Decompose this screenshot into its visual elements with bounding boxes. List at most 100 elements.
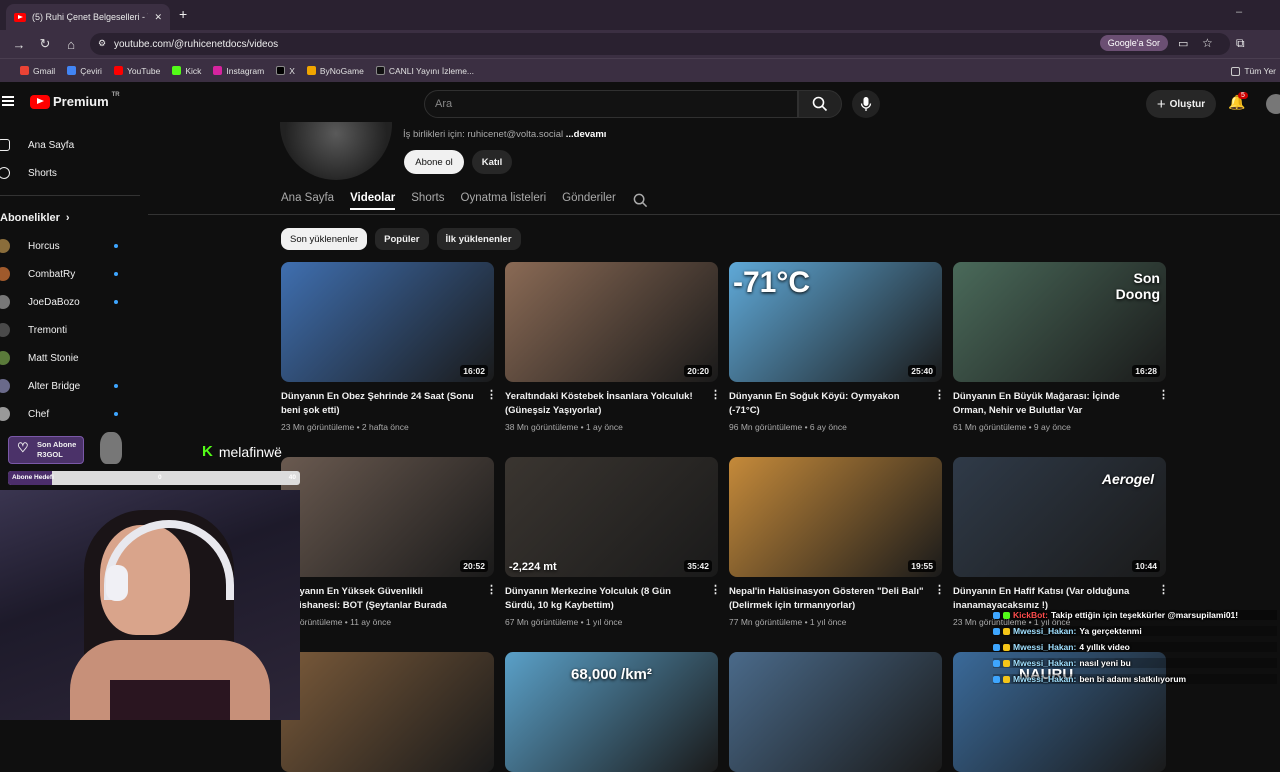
extensions-icon[interactable]: ⧉ [1236, 36, 1245, 51]
back-icon[interactable]: → [6, 37, 32, 52]
menu-icon[interactable] [2, 96, 14, 106]
sidebar-channel[interactable]: CombatRy [0, 264, 140, 284]
chat-username[interactable]: Mwessi_Hakan: [1013, 626, 1076, 636]
video-thumbnail[interactable]: Aerogel 10:44 [953, 457, 1166, 577]
tab-videos[interactable]: Videolar [350, 192, 396, 210]
bookmark-translate[interactable]: Çeviri [67, 66, 102, 76]
site-settings-icon[interactable]: ⚙ [98, 38, 106, 49]
video-title[interactable]: Dünyanın En Obez Şehrinde 24 Saat (Sonu … [281, 390, 494, 418]
new-content-dot [114, 272, 118, 276]
video-card[interactable]: 16:02 Dünyanın En Obez Şehrinde 24 Saat (… [281, 262, 497, 432]
tab-posts[interactable]: Gönderiler [562, 192, 616, 210]
more-options-icon[interactable]: ⋮ [710, 585, 721, 596]
sidebar-channel[interactable]: Alter Bridge [0, 376, 140, 396]
bookmark-instagram[interactable]: Instagram [213, 66, 264, 76]
url-field[interactable]: ⚙ youtube.com/@ruhicenetdocs/videos [90, 33, 1230, 55]
video-card[interactable]: -2,224 mt 35:42 Dünyanın Merkezine Yolculu… [505, 457, 721, 627]
video-card[interactable]: 68,000 /km² [505, 652, 718, 772]
video-card[interactable]: 20:20 Yeraltındaki Köstebek İnsanlara Yol… [505, 262, 721, 432]
chip-popular[interactable]: Popüler [375, 228, 429, 250]
sidebar-channel[interactable]: Tremonti [0, 320, 140, 340]
video-card[interactable]: 20:52 Dünyanın En Yüksek Güvenlikli Hapis… [281, 457, 497, 627]
video-thumbnail[interactable] [729, 652, 942, 772]
all-bookmarks[interactable]: Tüm Yer [1231, 59, 1280, 83]
video-card[interactable]: Son Doong 16:28 Dünyanın En Büyük Mağarası… [953, 262, 1169, 432]
google-ask-button[interactable]: Google'a Sor [1099, 35, 1168, 51]
search-input[interactable]: Ara [424, 90, 798, 118]
video-title[interactable]: Dünyanın En Soğuk Köyü: Oymyakon (-71°C) [729, 390, 942, 418]
bookmark-youtube[interactable]: YouTube [113, 66, 160, 76]
bookmark-star-icon[interactable]: ☆ [1202, 36, 1213, 50]
sidebar-channel[interactable]: JoeDaBozo [0, 292, 140, 312]
video-card[interactable] [729, 652, 942, 772]
sidebar-item-home[interactable]: Ana Sayfa [0, 135, 140, 155]
video-thumbnail[interactable] [281, 652, 494, 772]
close-tab-icon[interactable]: ✕ [154, 12, 162, 23]
home-icon [0, 139, 10, 151]
channel-search-icon[interactable] [633, 193, 648, 208]
browser-tab[interactable]: (5) Ruhi Çenet Belgeselleri - Yo ✕ [6, 4, 170, 30]
home-icon[interactable]: ⌂ [58, 37, 84, 52]
create-button[interactable]: + Oluştur [1146, 90, 1216, 118]
video-thumbnail[interactable]: 19:55 [729, 457, 942, 577]
more-options-icon[interactable]: ⋮ [934, 585, 945, 596]
sidebar-channel[interactable]: Matt Stonie [0, 348, 140, 368]
video-thumbnail[interactable]: 20:20 [505, 262, 718, 382]
video-title[interactable]: Yeraltındaki Köstebek İnsanlara Yolculuk… [505, 390, 718, 418]
sidebar-item-shorts[interactable]: Shorts [0, 163, 140, 183]
bookmark-kick[interactable]: Kick [172, 66, 201, 76]
chat-username[interactable]: Mwessi_Hakan: [1013, 658, 1076, 668]
sidebar-channel-label: Chef [28, 408, 50, 420]
bookmark-x[interactable]: X [276, 66, 295, 76]
chat-username[interactable]: KickBot: [1013, 610, 1048, 620]
video-thumbnail[interactable]: 16:02 [281, 262, 494, 382]
video-title[interactable]: Dünyanın En Büyük Mağarası: İçinde Orman… [953, 390, 1166, 418]
channel-avatar[interactable] [280, 122, 392, 180]
more-link[interactable]: ...devamı [566, 129, 607, 140]
bookmark-gmail[interactable]: Gmail [20, 66, 55, 76]
tab-home[interactable]: Ana Sayfa [281, 192, 334, 210]
account-avatar[interactable] [1266, 94, 1280, 114]
reload-icon[interactable]: ↻ [32, 36, 58, 52]
more-options-icon[interactable]: ⋮ [1158, 585, 1169, 596]
minimize-icon[interactable]: – [1236, 6, 1242, 18]
more-options-icon[interactable]: ⋮ [710, 390, 721, 401]
tab-playlists[interactable]: Oynatma listeleri [461, 192, 547, 210]
video-title[interactable]: Dünyanın En Hafif Katısı (Var olduğuna i… [953, 585, 1166, 613]
video-card[interactable]: Aerogel 10:44 Dünyanın En Hafif Katısı (Va… [953, 457, 1169, 627]
subscriptions-header[interactable]: Abonelikler › [0, 208, 140, 228]
cast-icon[interactable]: ▭ [1178, 37, 1188, 50]
video-card[interactable]: 19:55 Nepal'in Halüsinasyon Gösteren "Del… [729, 457, 945, 627]
video-thumbnail[interactable]: 20:52 [281, 457, 494, 577]
chat-username[interactable]: Mwessi_Hakan: [1013, 674, 1076, 684]
more-options-icon[interactable]: ⋮ [1158, 390, 1169, 401]
more-options-icon[interactable]: ⋮ [486, 585, 497, 596]
new-tab-icon[interactable]: + [179, 6, 187, 22]
bookmark-live[interactable]: CANLI Yayını İzleme... [375, 66, 474, 76]
chip-latest[interactable]: Son yüklenenler [281, 228, 368, 250]
video-thumbnail[interactable]: Son Doong 16:28 [953, 262, 1166, 382]
youtube-logo[interactable]: Premium TR [30, 92, 120, 109]
chat-username[interactable]: Mwessi_Hakan: [1013, 642, 1076, 652]
video-thumbnail[interactable]: -71°C 25:40 [729, 262, 942, 382]
tab-shorts[interactable]: Shorts [411, 192, 444, 210]
video-card[interactable] [281, 652, 494, 772]
more-options-icon[interactable]: ⋮ [934, 390, 945, 401]
video-card[interactable]: -71°C 25:40 Dünyanın En Soğuk Köyü: Oymyak… [729, 262, 945, 432]
video-thumbnail[interactable]: -2,224 mt 35:42 [505, 457, 718, 577]
video-title[interactable]: Dünyanın Merkezine Yolculuk (8 Gün Sürdü… [505, 585, 718, 613]
chip-oldest[interactable]: İlk yüklenenler [436, 228, 521, 250]
voice-search-button[interactable] [852, 90, 880, 118]
video-title[interactable]: Dünyanın En Yüksek Güvenlikli Hapishanes… [281, 585, 494, 613]
sidebar-channel[interactable]: Horcus [0, 236, 140, 256]
search-button[interactable] [798, 90, 842, 118]
thumbnail-text: -71°C [733, 266, 811, 299]
sidebar-channel[interactable]: Chef [0, 404, 140, 424]
join-button[interactable]: Katıl [472, 150, 512, 174]
video-thumbnail[interactable]: 68,000 /km² [505, 652, 718, 772]
subscribe-button[interactable]: Abone ol [404, 150, 464, 174]
bookmark-bynogame[interactable]: ByNoGame [306, 66, 364, 76]
video-title[interactable]: Nepal'in Halüsinasyon Gösteren "Deli Bal… [729, 585, 942, 613]
channel-description[interactable]: İş birlikleri için: ruhicenet@volta.soci… [403, 129, 606, 140]
more-options-icon[interactable]: ⋮ [486, 390, 497, 401]
